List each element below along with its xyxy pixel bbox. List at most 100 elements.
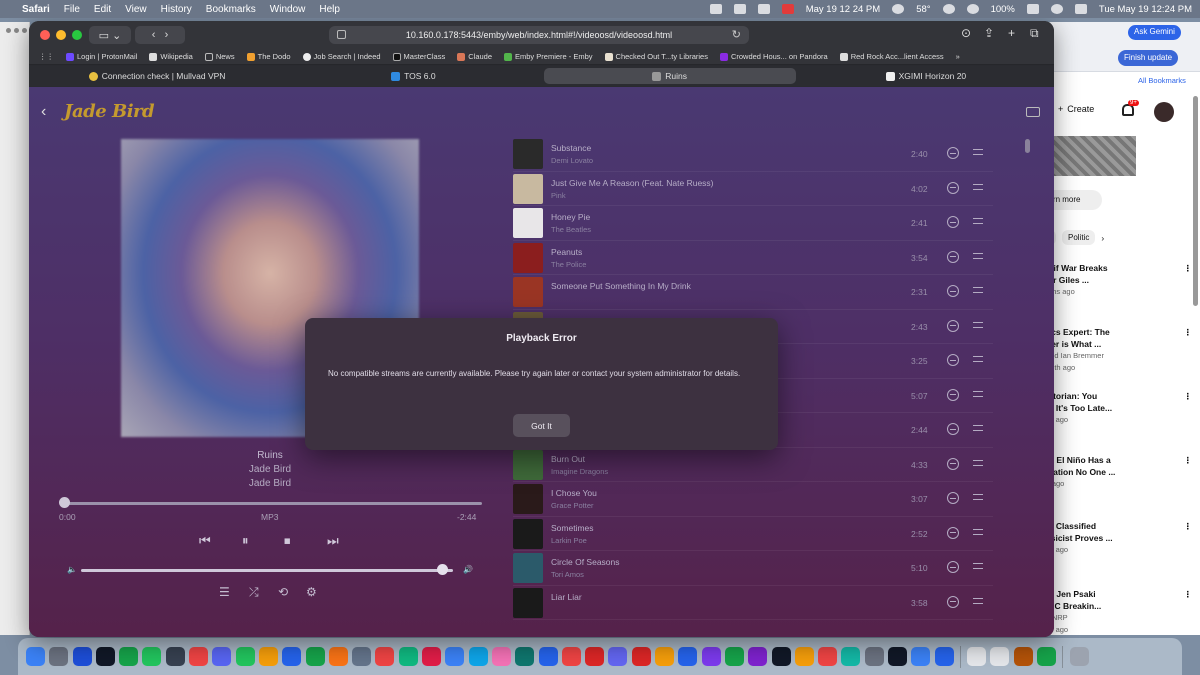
dock-app-icon[interactable] <box>258 647 278 666</box>
dock-app-icon[interactable] <box>911 647 931 666</box>
drag-handle-icon[interactable] <box>973 218 983 224</box>
drag-handle-icon[interactable] <box>973 149 983 155</box>
download-icon[interactable]: ⊙ <box>961 26 971 40</box>
chevron-right-icon[interactable]: › <box>165 29 169 41</box>
track-album[interactable]: Jade Bird <box>121 478 419 489</box>
bookmark-item[interactable]: MasterClass <box>392 52 445 61</box>
remove-track-icon[interactable] <box>947 561 959 573</box>
playlist-track-name[interactable]: Just Give Me A Reason (Feat. Nate Ruess) <box>551 178 714 188</box>
menu-view[interactable]: View <box>125 4 147 15</box>
more-options-icon[interactable]: ⋮ <box>1184 588 1193 600</box>
playlist-track-name[interactable]: Sometimes <box>551 523 594 533</box>
dock-app-icon[interactable] <box>655 647 675 666</box>
dock-app-icon[interactable] <box>1013 647 1033 666</box>
tab-tos[interactable]: TOS 6.0 <box>287 68 539 84</box>
sidebar-toggle-button[interactable]: ▭ ⌄ <box>89 26 131 44</box>
menu-window[interactable]: Window <box>270 4 306 15</box>
playlist-track-name[interactable]: Liar Liar <box>551 592 582 602</box>
video-item[interactable]: istorian: You ilt It's Too Late... ys ag… <box>1046 390 1196 426</box>
bookmark-item[interactable]: Crowded Hous... on Pandora <box>719 52 828 61</box>
drag-handle-icon[interactable] <box>973 459 983 466</box>
create-button[interactable]: + Create <box>1058 104 1094 114</box>
more-options-icon[interactable]: ⋮ <box>1184 326 1193 338</box>
avatar[interactable] <box>1154 102 1174 122</box>
finish-update-button[interactable]: Finish update <box>1118 50 1179 66</box>
back-forward-buttons[interactable]: ‹ › <box>135 26 185 44</box>
wifi-icon[interactable] <box>1026 4 1039 14</box>
playlist-track-name[interactable]: Burn Out <box>551 454 585 464</box>
repeat-icon[interactable]: ⟲ <box>278 585 288 599</box>
new-tab-icon[interactable]: + <box>1008 26 1015 40</box>
menu-history[interactable]: History <box>161 4 192 15</box>
track-thumbnail[interactable] <box>513 173 543 204</box>
volume-slider[interactable] <box>81 569 453 572</box>
drag-handle-icon[interactable] <box>973 356 983 362</box>
control-center-icon[interactable] <box>1074 4 1087 14</box>
grid-icon[interactable]: ⋮⋮ <box>39 52 54 61</box>
dock-app-icon[interactable] <box>990 647 1010 666</box>
menu-file[interactable]: File <box>64 4 80 15</box>
track-thumbnail[interactable] <box>513 484 543 514</box>
dock-app-icon[interactable] <box>422 647 442 666</box>
dock-app-icon[interactable] <box>212 647 232 666</box>
drag-handle-icon[interactable] <box>973 563 983 569</box>
playlist-track-name[interactable]: I Chose You <box>551 488 597 498</box>
playlist-row[interactable]: Circle Of Seasons Tori Amos 5:10 <box>513 551 993 586</box>
video-item[interactable]: d if War Breaks eir Giles ... nths ago ⋮ <box>1046 262 1196 298</box>
dock-app-icon[interactable] <box>1037 647 1057 666</box>
dock-app-icon[interactable] <box>398 647 418 666</box>
playlist-row[interactable]: Substance Demi Lovato 2:40 <box>513 137 993 172</box>
drag-handle-icon[interactable] <box>973 494 983 500</box>
video-item[interactable]: tics Expert: The ger is What ... and Ian… <box>1046 326 1196 374</box>
playlist-track-name[interactable]: Someone Put Something In My Drink <box>551 281 691 291</box>
playlist-track-artist[interactable]: Imagine Dragons <box>551 467 608 476</box>
dock-app-icon[interactable] <box>305 647 325 666</box>
drag-handle-icon[interactable] <box>973 321 983 328</box>
zoom-window-icon[interactable] <box>72 30 82 40</box>
playlist-row[interactable]: Peanuts The Police 3:54 <box>513 241 993 275</box>
more-options-icon[interactable]: ⋮ <box>1184 520 1193 532</box>
menu-clock[interactable]: Tue May 19 12:24 PM <box>1099 4 1192 15</box>
dock-app-icon[interactable] <box>491 647 511 666</box>
ask-gemini-button[interactable]: Ask Gemini <box>1128 25 1181 40</box>
drag-handle-icon[interactable] <box>973 528 983 535</box>
playlist-row[interactable]: Just Give Me A Reason (Feat. Nate Ruess)… <box>513 172 993 206</box>
playlist-track-name[interactable]: Circle Of Seasons <box>551 557 620 567</box>
tab-xgimi[interactable]: XGIMI Horizon 20 <box>800 68 1052 84</box>
all-bookmarks-link[interactable]: All Bookmarks <box>1138 76 1186 85</box>
more-options-icon[interactable]: ⋮ <box>1184 262 1193 274</box>
dock-app-icon[interactable] <box>375 647 395 666</box>
drag-handle-icon[interactable] <box>973 287 983 293</box>
bookmark-item[interactable]: The Dodo <box>246 52 291 61</box>
remove-track-icon[interactable] <box>947 285 959 297</box>
playlist-track-artist[interactable]: Larkin Poe <box>551 536 587 545</box>
close-window-icon[interactable] <box>40 30 50 40</box>
track-artist[interactable]: Jade Bird <box>121 464 419 475</box>
dock-app-icon[interactable] <box>515 647 535 666</box>
drag-handle-icon[interactable] <box>973 183 983 190</box>
dock-app-icon[interactable] <box>352 647 372 666</box>
audio-icon[interactable] <box>733 4 746 14</box>
dock-app-icon[interactable] <box>26 647 45 666</box>
dock-app-icon[interactable] <box>282 647 302 666</box>
tab-ruins[interactable]: Ruins <box>543 68 796 84</box>
dock-app-icon[interactable] <box>95 647 115 666</box>
dock-app-icon[interactable] <box>887 647 907 666</box>
video-item[interactable]: e: Classified ysicist Proves ... ys ago … <box>1046 520 1196 556</box>
search-icon[interactable] <box>1050 4 1063 14</box>
dock-app-icon[interactable] <box>841 647 861 666</box>
minimize-window-icon[interactable] <box>56 30 66 40</box>
got-it-button[interactable]: Got It <box>513 414 570 437</box>
address-bar[interactable]: 10.160.0.178:5443/emby/web/index.html#!/… <box>329 26 749 44</box>
play-icon[interactable] <box>942 4 955 14</box>
progress-bar[interactable] <box>64 502 482 505</box>
playlist-track-name[interactable]: Substance <box>551 143 591 153</box>
previous-track-icon[interactable]: ⏮ <box>199 533 211 549</box>
remove-track-icon[interactable] <box>947 423 959 435</box>
bluetooth-icon[interactable] <box>966 4 979 14</box>
chevron-right-icon[interactable]: › <box>1101 233 1104 243</box>
pdf-icon[interactable] <box>781 4 794 14</box>
track-thumbnail[interactable] <box>513 449 543 480</box>
dock-app-icon[interactable] <box>631 647 651 666</box>
drag-handle-icon[interactable] <box>973 390 983 397</box>
